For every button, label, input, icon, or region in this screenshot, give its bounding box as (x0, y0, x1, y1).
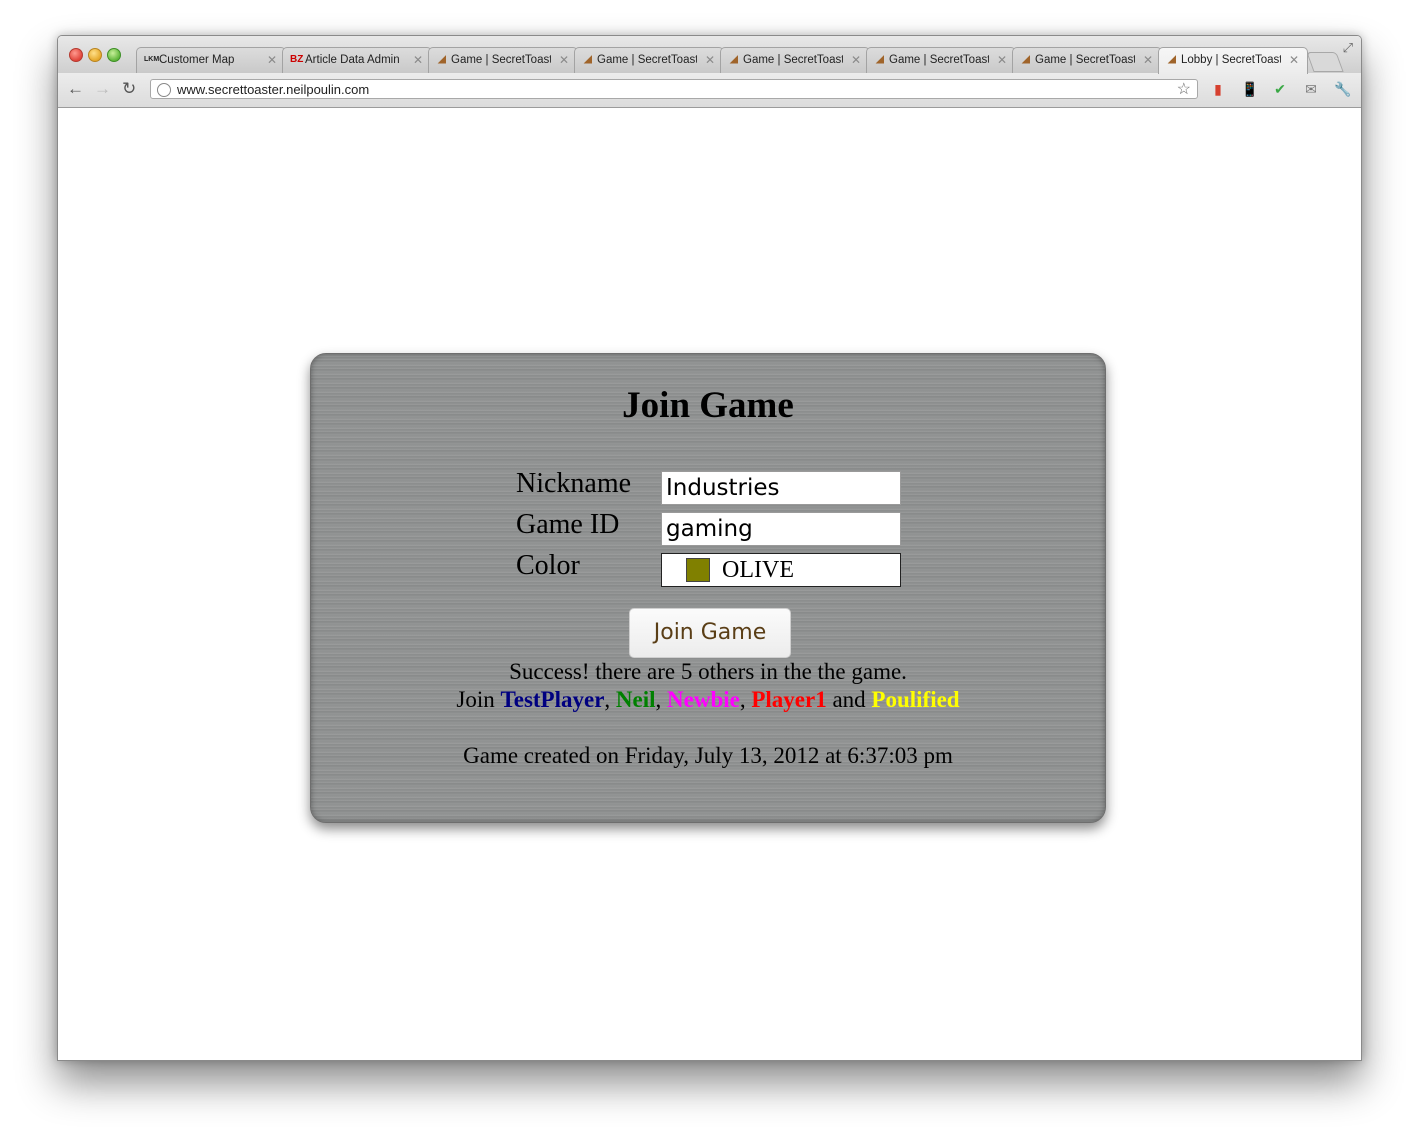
gameid-label: Game ID (516, 509, 620, 540)
tab-label: Game | SecretToaster (1035, 54, 1135, 66)
tab-close-icon[interactable]: ✕ (705, 53, 715, 67)
separator: , (604, 687, 611, 712)
gameid-input[interactable]: gaming (661, 512, 901, 546)
player-name: Poulified (871, 687, 960, 712)
player-name: Newbie (667, 687, 740, 712)
tab-article-data-admin[interactable]: BZ Article Data Admin ✕ (282, 47, 432, 73)
tab-label: Customer Map (159, 54, 235, 66)
separator: and (832, 687, 866, 712)
color-label: Color (516, 550, 580, 581)
color-name: OLIVE (722, 557, 794, 583)
tab-game-1[interactable]: ◢ Game | SecretToaster ✕ (428, 47, 578, 73)
title-bar: LKM Customer Map ✕ BZ Article Data Admin… (58, 36, 1361, 74)
toast-favicon-icon: ◢ (1022, 54, 1030, 65)
reload-icon[interactable]: ↻ (122, 80, 136, 98)
color-swatch (686, 558, 710, 582)
tab-close-icon[interactable]: ✕ (851, 53, 861, 67)
tab-close-icon[interactable]: ✕ (413, 53, 423, 67)
tab-game-4[interactable]: ◢ Game | SecretToaster ✕ (866, 47, 1016, 73)
tab-close-icon[interactable]: ✕ (1289, 53, 1299, 67)
tab-game-3[interactable]: ◢ Game | SecretToaster ✕ (720, 47, 870, 73)
join-game-panel: Join Game Nickname Industries Game ID ga… (310, 353, 1106, 823)
toast-favicon-icon: ◢ (730, 54, 738, 65)
window-close-button[interactable] (69, 48, 83, 62)
toast-favicon-icon: ◢ (1168, 54, 1176, 65)
wrench-icon[interactable]: 🔧 (1334, 81, 1351, 97)
player-name: Neil (615, 687, 656, 712)
browser-toolbar: ← → ↻ www.secrettoaster.neilpoulin.com ☆… (58, 73, 1361, 108)
new-tab-button[interactable] (1306, 52, 1344, 72)
bookmark-star-icon[interactable]: ☆ (1177, 80, 1191, 100)
tab-close-icon[interactable]: ✕ (997, 53, 1007, 67)
tab-close-icon[interactable]: ✕ (267, 53, 277, 67)
tab-game-2[interactable]: ◢ Game | SecretToaster ✕ (574, 47, 724, 73)
toast-favicon-icon: ◢ (584, 54, 592, 65)
check-extension-icon[interactable]: ✔ (1272, 81, 1288, 97)
player-name: TestPlayer (500, 687, 605, 712)
tab-label: Article Data Admin (305, 54, 400, 66)
separator: , (655, 687, 662, 712)
mail-extension-icon[interactable]: ✉ (1303, 81, 1319, 97)
player-list: Join TestPlayer, Neil, Newbie, Player1 a… (311, 687, 1105, 713)
address-bar[interactable]: www.secrettoaster.neilpoulin.com ☆ (150, 79, 1198, 99)
tab-label: Game | SecretToaster (597, 54, 697, 66)
url-text: www.secrettoaster.neilpoulin.com (177, 82, 370, 97)
nickname-input[interactable]: Industries (661, 471, 901, 505)
game-created-text: Game created on Friday, July 13, 2012 at… (463, 743, 953, 768)
tab-label: Game | SecretToaster (889, 54, 989, 66)
color-select[interactable]: OLIVE (661, 553, 901, 587)
window-minimize-button[interactable] (88, 48, 102, 62)
tab-game-5[interactable]: ◢ Game | SecretToaster ✕ (1012, 47, 1162, 73)
fullscreen-icon[interactable]: ⤢ (1343, 40, 1353, 56)
bz-favicon-icon: BZ (290, 54, 304, 65)
panel-title: Join Game (622, 385, 794, 426)
tab-customer-map[interactable]: LKM Customer Map ✕ (136, 47, 286, 73)
toast-favicon-icon: ◢ (438, 54, 446, 65)
tab-label: Game | SecretToaster (451, 54, 551, 66)
tab-label: Game | SecretToaster (743, 54, 843, 66)
tab-close-icon[interactable]: ✕ (1143, 53, 1153, 67)
forward-arrow-icon[interactable]: → (94, 80, 111, 98)
join-game-button[interactable]: Join Game (629, 608, 791, 658)
back-arrow-icon[interactable]: ← (67, 80, 84, 98)
tab-lobby[interactable]: ◢ Lobby | SecretToaster ✕ (1158, 47, 1308, 74)
success-message: Success! there are 5 others in the the g… (509, 659, 907, 684)
globe-icon (157, 83, 171, 97)
nickname-label: Nickname (516, 468, 632, 499)
window-zoom-button[interactable] (107, 48, 121, 62)
bookmark-extension-icon[interactable]: ▮ (1210, 81, 1226, 97)
join-prefix: Join (456, 687, 495, 712)
toast-favicon-icon: ◢ (876, 54, 884, 65)
tab-label: Lobby | SecretToaster (1181, 54, 1281, 66)
phone-extension-icon[interactable]: 📱 (1241, 81, 1258, 97)
player-name: Player1 (751, 687, 827, 712)
separator: , (739, 687, 746, 712)
lkm-favicon-icon: LKM (144, 56, 160, 63)
tab-close-icon[interactable]: ✕ (559, 53, 569, 67)
